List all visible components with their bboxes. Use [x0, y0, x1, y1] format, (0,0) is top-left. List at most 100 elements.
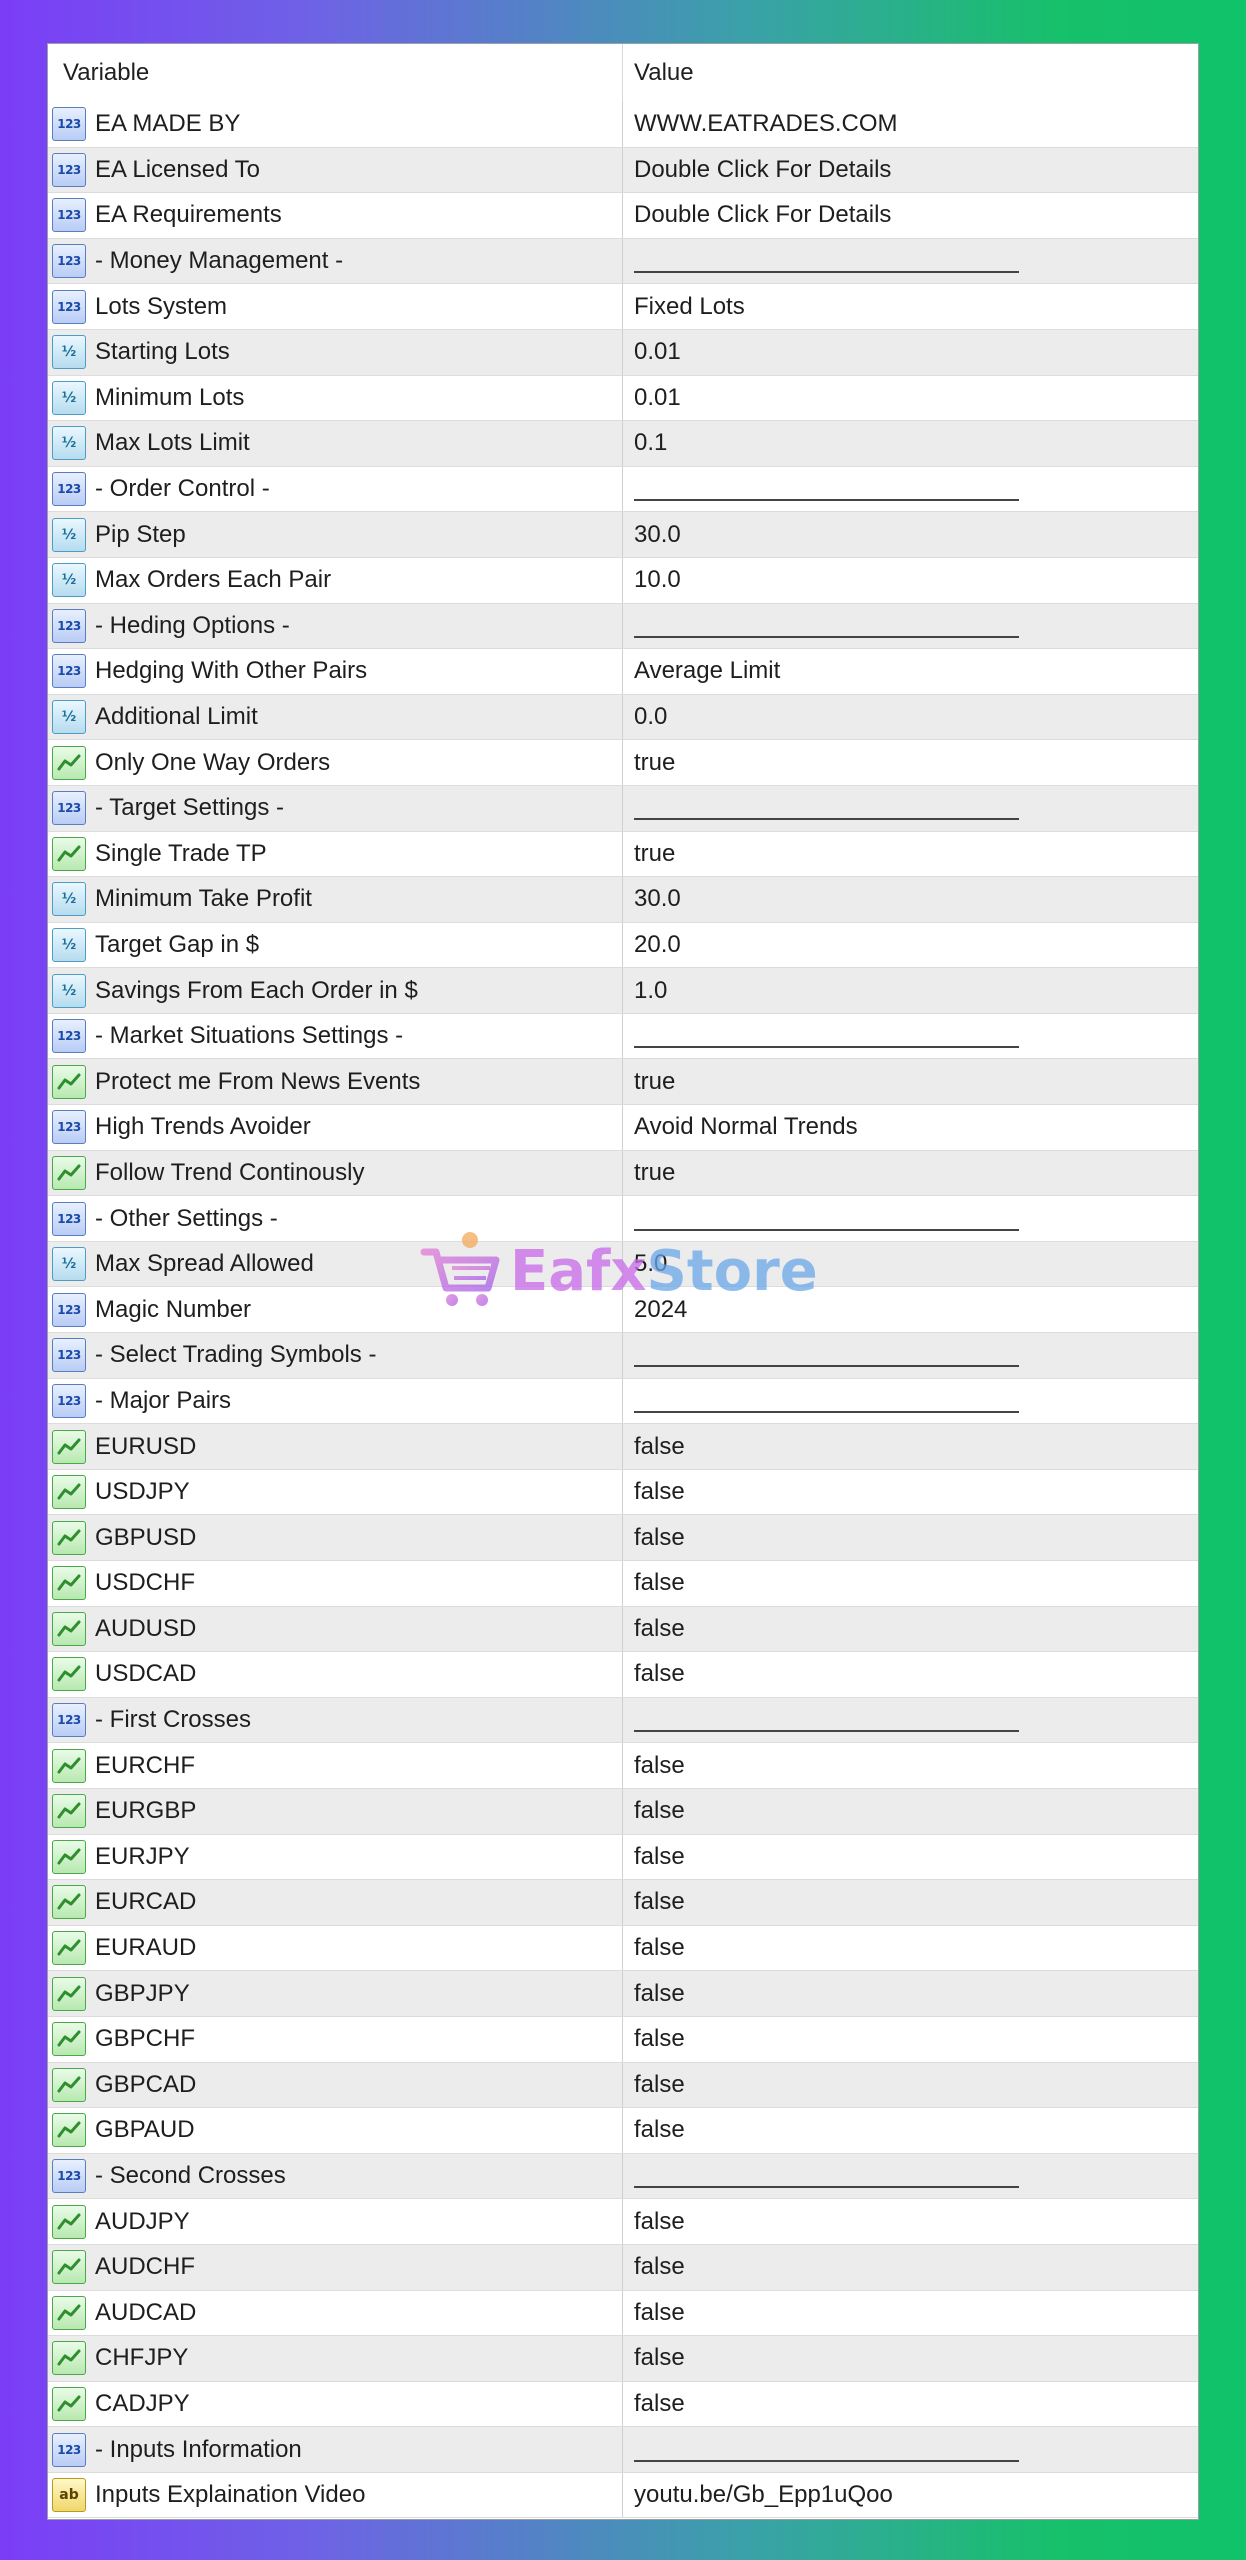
variable-cell[interactable]: ½ Pip Step [48, 512, 623, 557]
table-row[interactable]: 123 - Target Settings - [48, 785, 1198, 832]
value-cell[interactable]: false [623, 1971, 1198, 2016]
value-cell[interactable]: 0.01 [623, 376, 1198, 421]
table-row[interactable]: GBPUSD false [48, 1515, 1198, 1561]
table-row[interactable]: Follow Trend Continously true [48, 1150, 1198, 1197]
variable-cell[interactable]: USDCHF [48, 1561, 623, 1606]
value-column-header[interactable]: Value [623, 44, 1198, 102]
table-row[interactable]: ½ Pip Step 30.0 [48, 512, 1198, 558]
variable-cell[interactable]: AUDJPY [48, 2199, 623, 2244]
variable-cell[interactable]: USDCAD [48, 1652, 623, 1697]
variable-cell[interactable]: Only One Way Orders [48, 740, 623, 785]
table-row[interactable]: AUDCHF false [48, 2244, 1198, 2291]
variable-cell[interactable]: 123 EA Licensed To [48, 147, 623, 193]
variable-cell[interactable]: EURAUD [48, 1925, 623, 1971]
table-row[interactable]: 123 EA Licensed To Double Click For Detail… [48, 147, 1198, 194]
value-cell[interactable]: 10.0 [623, 558, 1198, 603]
value-cell[interactable]: 1.0 [623, 968, 1198, 1013]
value-cell[interactable]: false [623, 2017, 1198, 2062]
table-row[interactable]: GBPCHF false [48, 2016, 1198, 2063]
value-cell[interactable]: Double Click For Details [623, 193, 1198, 238]
variable-cell[interactable]: ½ Savings From Each Order in $ [48, 968, 623, 1013]
variable-cell[interactable]: 123 - Second Crosses [48, 2153, 623, 2199]
variable-cell[interactable]: 123 - Heding Options - [48, 603, 623, 649]
table-row[interactable]: AUDJPY false [48, 2199, 1198, 2245]
variable-cell[interactable]: EURUSD [48, 1424, 623, 1469]
table-row[interactable]: AUDCAD false [48, 2290, 1198, 2337]
table-row[interactable]: GBPJPY false [48, 1971, 1198, 2017]
value-cell[interactable]: 2024 [623, 1287, 1198, 1332]
table-row[interactable]: 123 - Other Settings - [48, 1196, 1198, 1242]
value-cell[interactable]: false [623, 1652, 1198, 1697]
table-row[interactable]: AUDUSD false [48, 1606, 1198, 1653]
value-cell[interactable] [623, 2427, 1198, 2472]
value-cell[interactable] [623, 1014, 1198, 1059]
variable-cell[interactable]: EURCHF [48, 1743, 623, 1788]
value-cell[interactable] [623, 786, 1198, 831]
table-row[interactable]: 123 EA MADE BY WWW.EATRADES.COM [48, 102, 1198, 148]
table-row[interactable]: 123 - Market Situations Settings - [48, 1013, 1198, 1060]
value-cell[interactable]: Fixed Lots [623, 284, 1198, 329]
table-row[interactable]: 123 Hedging With Other Pairs Average Limit [48, 649, 1198, 695]
variable-cell[interactable]: USDJPY [48, 1469, 623, 1515]
variable-cell[interactable]: 123 - Target Settings - [48, 785, 623, 831]
value-cell[interactable]: true [623, 740, 1198, 785]
variable-cell[interactable]: AUDCAD [48, 2290, 623, 2336]
table-row[interactable]: 123 Magic Number 2024 [48, 1287, 1198, 1334]
table-row[interactable]: EURCAD false [48, 1880, 1198, 1926]
value-cell[interactable]: true [623, 832, 1198, 877]
table-row[interactable]: ab Inputs Explaination Video youtu.be/Gb_E… [48, 2472, 1198, 2519]
variable-cell[interactable]: GBPUSD [48, 1515, 623, 1560]
value-cell[interactable]: 0.01 [623, 330, 1198, 375]
table-row[interactable]: 123 - First Crosses [48, 1697, 1198, 1744]
value-cell[interactable]: true [623, 1059, 1198, 1104]
table-row[interactable]: Only One Way Orders true [48, 740, 1198, 786]
variable-cell[interactable]: ½ Additional Limit [48, 694, 623, 740]
value-cell[interactable] [623, 604, 1198, 649]
variable-cell[interactable]: 123 Lots System [48, 284, 623, 329]
table-row[interactable]: ½ Max Orders Each Pair 10.0 [48, 557, 1198, 604]
value-cell[interactable]: 0.0 [623, 695, 1198, 740]
value-cell[interactable] [623, 2154, 1198, 2199]
table-row[interactable]: ½ Target Gap in $ 20.0 [48, 922, 1198, 969]
value-cell[interactable]: false [623, 2108, 1198, 2153]
variable-cell[interactable]: EURGBP [48, 1788, 623, 1834]
variable-cell[interactable]: AUDCHF [48, 2244, 623, 2290]
variable-cell[interactable]: ½ Minimum Take Profit [48, 877, 623, 922]
value-cell[interactable] [623, 1698, 1198, 1743]
value-cell[interactable]: youtu.be/Gb_Epp1uQoo [623, 2473, 1198, 2518]
variable-cell[interactable]: ab Inputs Explaination Video [48, 2472, 623, 2518]
table-row[interactable]: USDCAD false [48, 1652, 1198, 1698]
value-cell[interactable] [623, 1379, 1198, 1424]
value-cell[interactable]: false [623, 1880, 1198, 1925]
variable-cell[interactable]: ½ Max Lots Limit [48, 421, 623, 466]
variable-cell[interactable]: Protect me From News Events [48, 1059, 623, 1105]
variable-cell[interactable]: 123 - Major Pairs [48, 1378, 623, 1424]
variable-cell[interactable]: ½ Max Spread Allowed [48, 1241, 623, 1287]
table-row[interactable]: GBPCAD false [48, 2062, 1198, 2109]
variable-cell[interactable]: GBPJPY [48, 1971, 623, 2016]
table-row[interactable]: Single Trade TP true [48, 831, 1198, 878]
variable-cell[interactable]: ½ Max Orders Each Pair [48, 557, 623, 603]
value-cell[interactable]: 30.0 [623, 877, 1198, 922]
variable-cell[interactable]: 123 - Order Control - [48, 466, 623, 512]
variable-cell[interactable]: 123 EA Requirements [48, 193, 623, 238]
table-row[interactable]: 123 High Trends Avoider Avoid Normal Trend… [48, 1105, 1198, 1151]
table-row[interactable]: 123 - Heding Options - [48, 603, 1198, 650]
value-cell[interactable]: false [623, 2245, 1198, 2290]
table-row[interactable]: ½ Additional Limit 0.0 [48, 694, 1198, 741]
table-row[interactable]: EURGBP false [48, 1788, 1198, 1835]
value-cell[interactable] [623, 1333, 1198, 1378]
table-row[interactable]: ½ Minimum Take Profit 30.0 [48, 877, 1198, 923]
value-cell[interactable] [623, 239, 1198, 284]
variable-cell[interactable]: 123 - Money Management - [48, 238, 623, 284]
table-row[interactable]: USDJPY false [48, 1469, 1198, 1516]
variable-cell[interactable]: ½ Starting Lots [48, 329, 623, 375]
table-row[interactable]: EURCHF false [48, 1743, 1198, 1789]
variable-cell[interactable]: 123 - Other Settings - [48, 1196, 623, 1241]
table-row[interactable]: 123 - Second Crosses [48, 2153, 1198, 2200]
value-cell[interactable]: false [623, 2291, 1198, 2336]
table-row[interactable]: 123 - Select Trading Symbols - [48, 1333, 1198, 1379]
value-cell[interactable]: false [623, 1835, 1198, 1880]
value-cell[interactable]: 5.0 [623, 1242, 1198, 1287]
variable-cell[interactable]: CHFJPY [48, 2336, 623, 2381]
